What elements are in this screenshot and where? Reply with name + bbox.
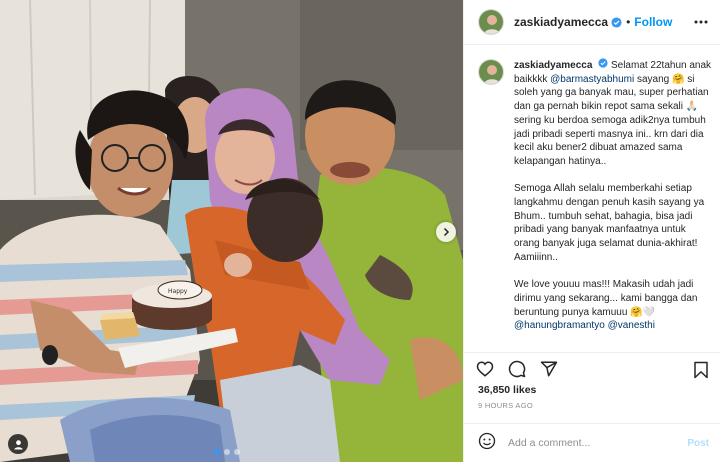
heart-icon[interactable]	[476, 360, 494, 378]
avatar-image	[479, 10, 503, 34]
caption-paragraph-3: We love youuu mas!!! Makasih udah jadi d…	[514, 279, 698, 318]
next-photo-button[interactable]	[436, 222, 456, 242]
mention-link[interactable]: @vanesthi	[608, 320, 655, 331]
comment-icon[interactable]	[508, 360, 526, 378]
verified-badge-icon	[611, 16, 622, 28]
carousel-indicator	[214, 449, 240, 455]
caption-paragraph-1: sayang 🤗 si soleh yang ga banyak mau, su…	[514, 73, 709, 167]
caption-text: zaskiadyamecca Selamat 22tahun anak baik…	[514, 58, 714, 350]
comment-input[interactable]	[508, 437, 678, 449]
post-photo[interactable]: Happy	[0, 0, 463, 462]
post-timestamp[interactable]: 9 HOURS AGO	[478, 401, 533, 410]
avatar-image	[479, 60, 503, 84]
verified-badge-icon	[598, 58, 608, 68]
follow-button[interactable]: Follow	[634, 15, 672, 29]
caption-paragraph-2: Semoga Allah selalu memberkahi setiap la…	[514, 183, 705, 263]
bookmark-icon[interactable]	[693, 361, 709, 384]
avatar[interactable]	[478, 9, 504, 35]
caption-section: zaskiadyamecca Selamat 22tahun anak baik…	[478, 58, 718, 350]
post-comment-button[interactable]: Post	[687, 438, 709, 449]
comment-bar: Post	[464, 423, 720, 462]
likes-count[interactable]: 36,850 likes	[478, 384, 536, 396]
tagged-people-button[interactable]	[8, 434, 28, 454]
header-username[interactable]: zaskiadyamecca	[514, 15, 608, 29]
more-options-icon[interactable]	[693, 14, 709, 35]
chevron-right-icon	[443, 227, 450, 237]
person-tag-icon	[13, 439, 23, 450]
header-separator: •	[626, 15, 631, 29]
post-image: Happy	[0, 0, 463, 462]
share-icon[interactable]	[540, 360, 558, 378]
post-header: zaskiadyamecca • Follow	[464, 0, 720, 45]
caption-avatar[interactable]	[478, 59, 504, 85]
post-side-panel: zaskiadyamecca • Follow zaskiadyamecca S…	[463, 0, 720, 462]
svg-text:Happy: Happy	[168, 288, 188, 295]
action-bar	[464, 352, 720, 384]
carousel-dot	[224, 449, 230, 455]
carousel-dot	[234, 449, 240, 455]
mention-link[interactable]: @hanungbramantyo	[514, 320, 605, 331]
caption-username[interactable]: zaskiadyamecca	[514, 60, 592, 71]
carousel-dot-active	[214, 449, 220, 455]
mention-link[interactable]: @barmastyabhumi	[550, 74, 634, 85]
emoji-icon[interactable]	[478, 432, 496, 455]
